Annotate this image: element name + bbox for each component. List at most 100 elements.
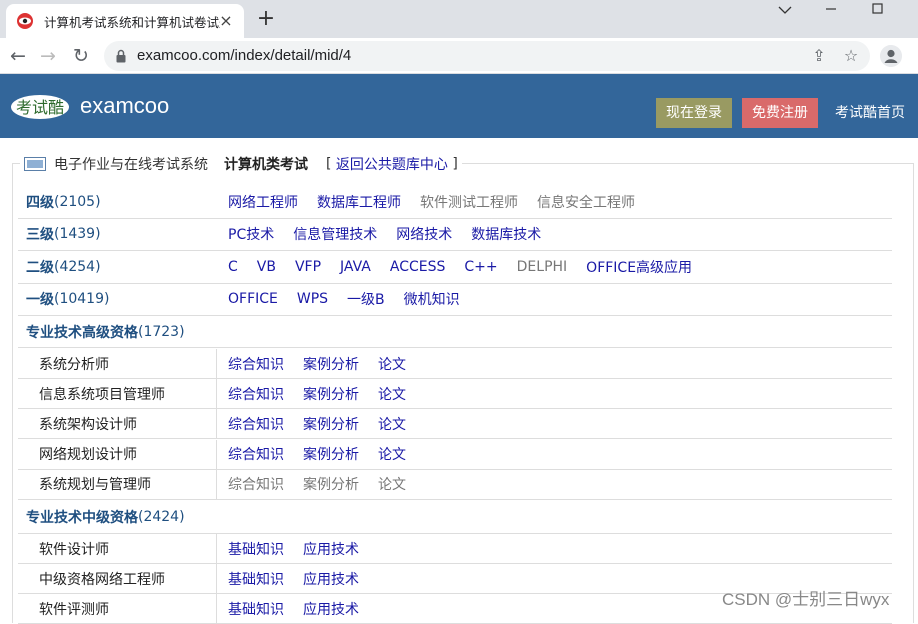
exam-link[interactable]: C	[228, 259, 238, 275]
row-divider	[216, 439, 217, 469]
login-button[interactable]: 现在登录	[656, 98, 732, 128]
row-links-cell: 综合知识 案例分析 论文	[228, 470, 425, 499]
exam-link[interactable]: 基础知识	[228, 569, 284, 589]
exam-link[interactable]: 数据库工程师	[317, 192, 401, 212]
exam-link[interactable]: 应用技术	[303, 539, 359, 559]
reload-icon[interactable]: ↻	[69, 44, 93, 68]
row-label-cell[interactable]: 网络规划设计师	[39, 440, 137, 469]
row-divider	[216, 594, 217, 623]
row-divider	[216, 349, 217, 378]
svg-text:考试酷: 考试酷	[16, 98, 64, 117]
register-button[interactable]: 免费注册	[742, 98, 818, 128]
star-icon[interactable]: ☆	[842, 47, 860, 65]
back-to-bank-link[interactable]: 返回公共题库中心	[336, 154, 448, 174]
profile-avatar-icon[interactable]	[880, 45, 902, 67]
exam-link[interactable]: 网络工程师	[228, 192, 298, 212]
level-name[interactable]: 专业技术高级资格	[26, 322, 138, 342]
exam-link[interactable]: JAVA	[340, 259, 371, 275]
exam-link[interactable]: WPS	[297, 291, 328, 307]
row-divider	[216, 379, 217, 409]
maximize-icon[interactable]	[854, 0, 900, 22]
row-label-cell[interactable]: 软件评测师	[39, 594, 109, 623]
exam-link[interactable]: 数据库技术	[471, 224, 541, 244]
exam-link[interactable]: VFP	[295, 259, 321, 275]
close-tab-icon[interactable]: ×	[218, 13, 234, 29]
forward-arrow-icon[interactable]: →	[36, 44, 60, 68]
row-label-cell: 三级 (1439)	[26, 218, 101, 250]
exam-name[interactable]: 系统架构设计师	[39, 414, 137, 434]
share-icon[interactable]: ⇪	[810, 47, 828, 65]
exam-link[interactable]: 论文	[378, 474, 406, 494]
main-content: 电子作业与在线考试系统 计算机类考试 [ 返回公共题库中心 ] 四级 (2105)…	[0, 138, 918, 624]
exam-link[interactable]: 信息安全工程师	[537, 192, 635, 212]
exam-link[interactable]: 基础知识	[228, 539, 284, 559]
exam-link[interactable]: 案例分析	[303, 474, 359, 494]
home-link[interactable]: 考试酷首页	[832, 98, 908, 128]
exam-link[interactable]: 综合知识	[228, 414, 284, 434]
exam-link[interactable]: 案例分析	[303, 354, 359, 374]
exam-name[interactable]: 软件设计师	[39, 539, 109, 559]
exam-link[interactable]: DELPHI	[517, 259, 568, 275]
exam-link[interactable]: PC技术	[228, 224, 274, 244]
brand-name[interactable]: examcoo	[80, 93, 169, 119]
row-label-cell[interactable]: 系统架构设计师	[39, 409, 137, 438]
address-bar[interactable]: examcoo.com/index/detail/mid/4 ⇪ ☆	[104, 41, 870, 71]
exam-link[interactable]: ACCESS	[390, 259, 446, 275]
new-tab-icon[interactable]: +	[256, 8, 276, 30]
exam-link[interactable]: 一级B	[347, 289, 385, 309]
exam-link[interactable]: 论文	[378, 444, 406, 464]
exam-sub-row: 网络规划设计师 综合知识 案例分析 论文	[18, 439, 892, 470]
row-divider	[216, 564, 217, 593]
exam-name[interactable]: 系统规划与管理师	[39, 474, 151, 494]
examcoo-logo-icon[interactable]: 考试酷	[10, 94, 70, 120]
exam-link[interactable]: 软件测试工程师	[420, 192, 518, 212]
chevron-down-icon[interactable]	[762, 0, 808, 22]
minimize-icon[interactable]	[808, 0, 854, 22]
site-header: 考试酷 examcoo 现在登录 免费注册 考试酷首页	[0, 74, 918, 138]
exam-link[interactable]: VB	[257, 259, 276, 275]
exam-link[interactable]: 案例分析	[303, 414, 359, 434]
row-label-cell[interactable]: 信息系统项目管理师	[39, 379, 165, 408]
exam-link[interactable]: OFFICE高级应用	[586, 257, 692, 277]
row-label-cell[interactable]: 系统规划与管理师	[39, 470, 151, 499]
level-name[interactable]: 四级	[26, 192, 54, 212]
level-row: 一级 (10419) OFFICE WPS 一级B 微机知识	[18, 283, 892, 316]
level-row: 四级 (2105) 网络工程师 数据库工程师 软件测试工程师 信息安全工程师	[18, 186, 892, 219]
exam-link[interactable]: 论文	[378, 384, 406, 404]
row-links-cell: 综合知识 案例分析 论文	[228, 349, 425, 378]
breadcrumb-close-bracket: ]	[452, 156, 458, 172]
exam-link[interactable]: 信息管理技术	[293, 224, 377, 244]
exam-link[interactable]: OFFICE	[228, 291, 278, 307]
exam-link[interactable]: 案例分析	[303, 444, 359, 464]
exam-link[interactable]: 综合知识	[228, 354, 284, 374]
exam-link[interactable]: 论文	[378, 414, 406, 434]
exam-link[interactable]: 应用技术	[303, 569, 359, 589]
exam-link[interactable]: C++	[464, 259, 497, 275]
row-label-cell[interactable]: 中级资格网络工程师	[39, 564, 165, 593]
exam-link[interactable]: 网络技术	[396, 224, 452, 244]
row-links-cell: PC技术 信息管理技术 网络技术 数据库技术	[228, 218, 560, 250]
exam-link[interactable]: 案例分析	[303, 384, 359, 404]
exam-name[interactable]: 网络规划设计师	[39, 444, 137, 464]
browser-tab[interactable]: 计算机考试系统和计算机试卷试题 ×	[6, 4, 244, 38]
breadcrumb-system[interactable]: 电子作业与在线考试系统	[54, 154, 208, 174]
level-name[interactable]: 一级	[26, 289, 54, 309]
browser-tabstrip: 计算机考试系统和计算机试卷试题 × +	[0, 0, 918, 38]
exam-link[interactable]: 综合知识	[228, 384, 284, 404]
exam-link[interactable]: 微机知识	[404, 289, 460, 309]
level-name[interactable]: 二级	[26, 257, 54, 277]
exam-name[interactable]: 中级资格网络工程师	[39, 569, 165, 589]
row-label-cell[interactable]: 系统分析师	[39, 349, 109, 378]
exam-link[interactable]: 综合知识	[228, 444, 284, 464]
row-label-cell: 专业技术高级资格 (1723)	[26, 316, 185, 347]
exam-name[interactable]: 信息系统项目管理师	[39, 384, 165, 404]
row-label-cell[interactable]: 软件设计师	[39, 534, 109, 563]
level-name[interactable]: 三级	[26, 224, 54, 244]
exam-link[interactable]: 综合知识	[228, 474, 284, 494]
back-arrow-icon[interactable]: ←	[6, 44, 30, 68]
exam-name[interactable]: 系统分析师	[39, 354, 109, 374]
exam-link[interactable]: 论文	[378, 354, 406, 374]
level-name[interactable]: 专业技术中级资格	[26, 507, 138, 527]
level-row: 二级 (4254) C VB VFP JAVA ACCESS C++ DELPHI OFFICE高…	[18, 251, 892, 284]
exam-sub-row: 系统分析师 综合知识 案例分析 论文	[18, 349, 892, 379]
